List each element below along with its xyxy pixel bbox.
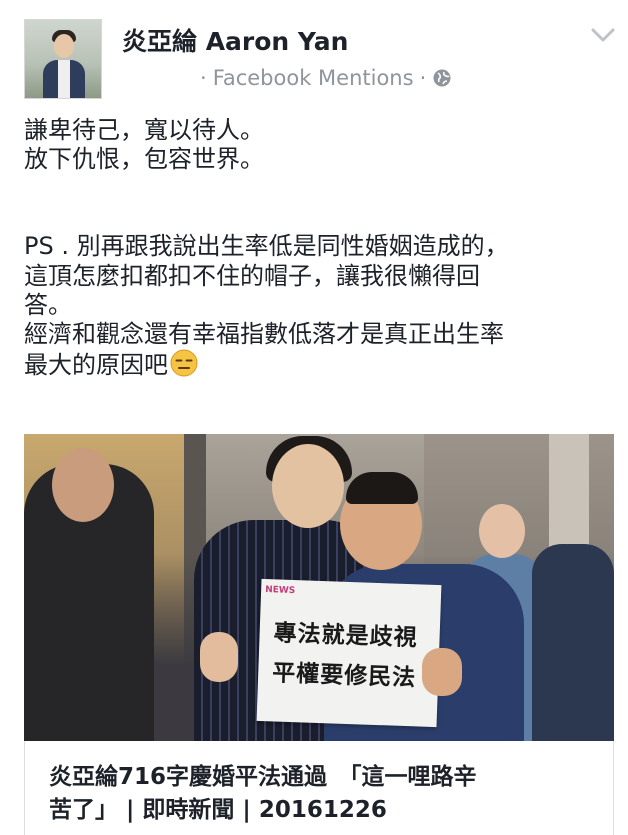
author-name[interactable]: 炎亞綸 Aaron Yan: [122, 22, 348, 58]
shared-photo[interactable]: NEWS 專法就是歧視 平權要修民法: [24, 434, 614, 741]
post-line: 放下仇恨，包容世界。: [24, 145, 264, 174]
chevron-down-icon[interactable]: [590, 26, 616, 44]
post-text: 謙卑待己，寬以待人。 放下仇恨，包容世界。 PS . 別再跟我說出生率低是同性婚…: [24, 116, 614, 380]
meta-separator: ·: [419, 66, 427, 90]
post-line: 最大的原因吧: [24, 351, 168, 380]
post-line-last: 最大的原因吧: [24, 349, 614, 380]
link-title-line: 苦了」 | 即時新聞 | 20161226: [49, 797, 387, 823]
globe-icon[interactable]: [432, 68, 452, 88]
mention-source[interactable]: Facebook Mentions: [213, 66, 414, 90]
link-title-line: 炎亞綸716字慶婚平法通過 「這一哩路辛: [49, 764, 477, 790]
post-line: 答。: [24, 290, 72, 319]
sign-text-line: 平權要修民法: [271, 660, 417, 692]
post-line: 經濟和觀念還有幸福指數低落才是真正出生率: [24, 320, 504, 349]
post-meta: · Facebook Mentions ·: [200, 66, 452, 90]
post-line: 這頂怎麼扣都扣不住的帽子，讓我很懶得回: [24, 261, 480, 290]
profile-avatar[interactable]: [24, 19, 102, 99]
link-preview[interactable]: 炎亞綸716字慶婚平法通過 「這一哩路辛 苦了」 | 即時新聞 | 201612…: [24, 741, 614, 835]
link-title[interactable]: 炎亞綸716字慶婚平法通過 「這一哩路辛 苦了」 | 即時新聞 | 201612…: [49, 761, 599, 827]
protest-sign: NEWS 專法就是歧視 平權要修民法: [256, 578, 442, 728]
expressionless-face-icon: [170, 349, 198, 377]
post-line: 謙卑待己，寬以待人。: [24, 116, 264, 144]
sign-logo: NEWS: [264, 585, 296, 597]
post-line: PS . 別再跟我說出生率低是同性婚姻造成的，: [24, 232, 509, 261]
meta-separator: ·: [200, 66, 207, 90]
sign-text-line: 專法就是歧視: [273, 620, 419, 652]
